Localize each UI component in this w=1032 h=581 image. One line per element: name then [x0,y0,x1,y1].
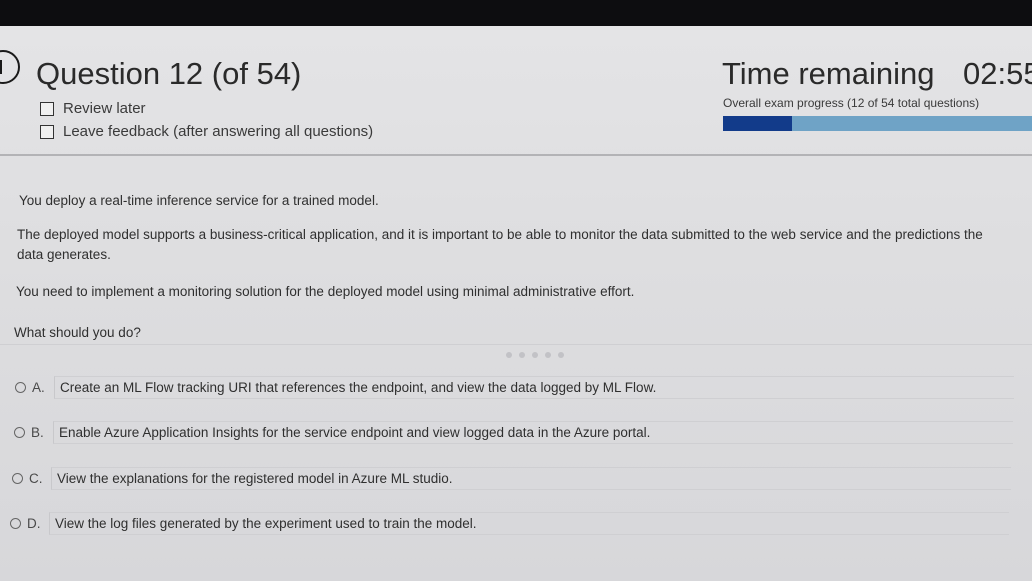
question-paragraph-3: You need to implement a monitoring solut… [16,284,635,299]
answer-option-d[interactable]: D. View the log files generated by the e… [10,512,1009,535]
question-paragraph-2: The deployed model supports a business-c… [17,224,983,265]
question-paragraph-1: You deploy a real-time inference service… [19,193,379,208]
back-button[interactable] [0,50,20,84]
leave-feedback-label: Leave feedback (after answering all ques… [63,123,374,140]
option-text[interactable]: Create an ML Flow tracking URI that refe… [54,376,1014,399]
time-remaining-label: Time remaining [722,56,935,91]
question-paragraph-2-line-1: The deployed model supports a business-c… [17,227,983,242]
radio-button[interactable] [10,518,21,529]
answer-option-b[interactable]: B. Enable Azure Application Insights for… [14,421,1013,444]
exam-progress-bar [723,116,1032,131]
option-letter: B. [31,425,44,440]
option-letter: A. [32,380,45,395]
loading-dot [545,352,551,358]
radio-button[interactable] [15,382,26,393]
loading-dot [506,352,512,358]
answer-option-a[interactable]: A. Create an ML Flow tracking URI that r… [15,376,1014,399]
option-letter: C. [29,471,43,486]
answer-option-c[interactable]: C. View the explanations for the registe… [12,467,1011,490]
header-divider [0,154,1032,156]
option-text[interactable]: Enable Azure Application Insights for th… [53,421,1013,444]
radio-button[interactable] [14,427,25,438]
review-later-label: Review later [63,100,146,117]
loading-dot [558,352,564,358]
exam-screen: Question 12 (of 54) Review later Leave f… [0,26,1032,581]
loading-dot [532,352,538,358]
option-text[interactable]: View the log files generated by the expe… [49,512,1009,535]
loading-dot [519,352,525,358]
review-later-checkbox[interactable] [40,101,54,116]
exam-progress-fill [723,116,792,131]
option-letter: D. [27,516,41,531]
question-title: Question 12 (of 54) [36,56,302,91]
review-later-row[interactable]: Review later [40,100,146,117]
question-paragraph-2-line-2: data generates. [17,247,111,262]
time-remaining-value: 02:55 [963,56,1032,91]
leave-feedback-row[interactable]: Leave feedback (after answering all ques… [40,123,373,140]
radio-button[interactable] [12,473,23,484]
exam-progress-text: Overall exam progress (12 of 54 total qu… [723,96,980,110]
option-text[interactable]: View the explanations for the registered… [51,467,1011,490]
loading-dots [506,352,564,358]
leave-feedback-checkbox[interactable] [40,124,54,139]
prompt-divider [0,344,1032,345]
question-prompt: What should you do? [14,325,141,340]
